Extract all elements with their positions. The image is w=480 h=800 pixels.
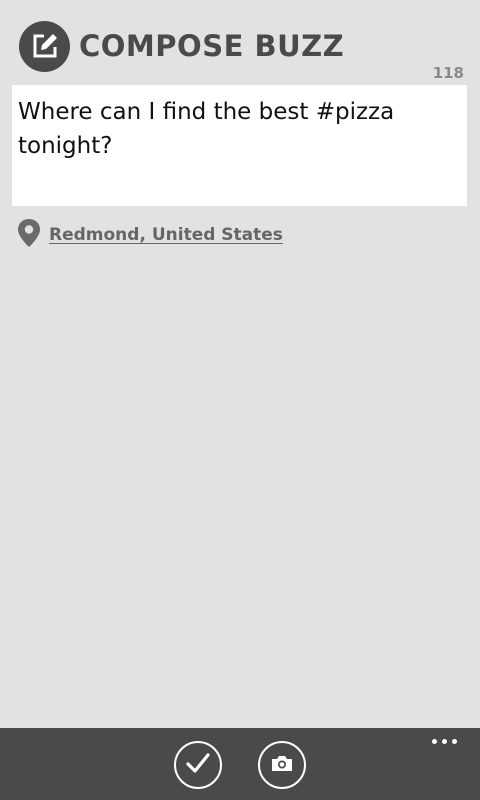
app-bar	[0, 728, 480, 800]
more-options-icon[interactable]	[432, 739, 457, 744]
camera-icon	[270, 753, 294, 777]
location-link[interactable]: Redmond, United States	[49, 225, 283, 245]
send-button[interactable]	[174, 741, 222, 789]
check-icon	[185, 752, 211, 778]
camera-button[interactable]	[258, 741, 306, 789]
character-counter: 118	[432, 64, 464, 82]
location-row[interactable]: Redmond, United States	[17, 218, 283, 252]
compose-icon	[19, 20, 70, 72]
message-input[interactable]: Where can I find the best #pizza tonight…	[12, 85, 467, 206]
page-title: COMPOSE BUZZ	[79, 29, 345, 63]
map-pin-icon	[17, 218, 41, 252]
page-header: COMPOSE BUZZ	[19, 20, 344, 72]
